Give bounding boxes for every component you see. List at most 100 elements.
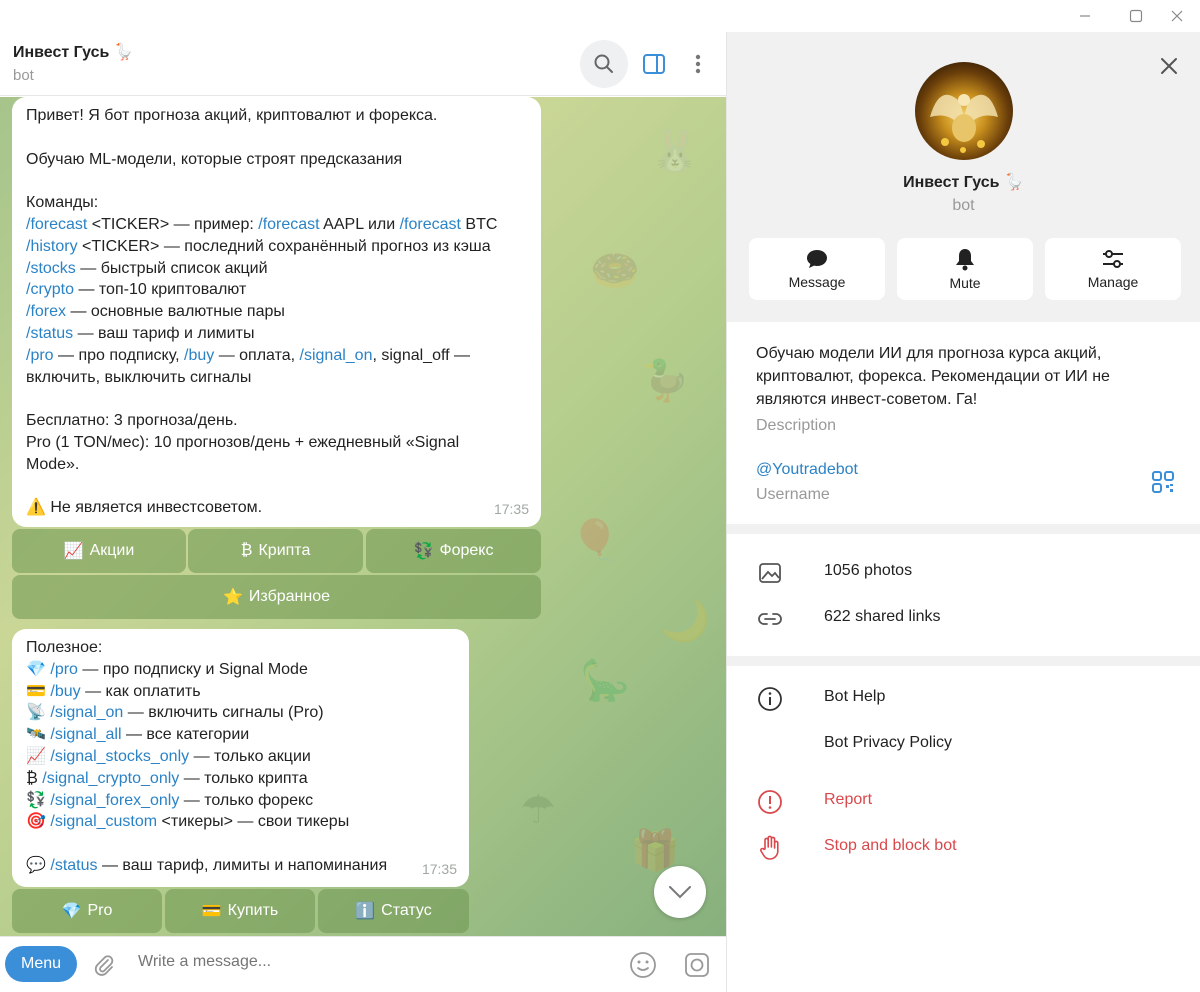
credit-card-icon: 💳 bbox=[26, 682, 46, 700]
doodle-icon: ☂ bbox=[520, 788, 556, 832]
shared-links-count: 622 shared links bbox=[824, 608, 941, 625]
info-icon bbox=[757, 686, 783, 712]
bot-username-link[interactable]: @Youtradebot bbox=[756, 458, 1156, 481]
keyboard-button-label: Форекс bbox=[439, 542, 494, 559]
manage-action-button[interactable]: Manage bbox=[1045, 238, 1181, 300]
gem-icon: 💎 bbox=[61, 903, 82, 920]
message-line: Бесплатно: 3 прогноза/день. bbox=[26, 412, 238, 430]
report-row[interactable]: Report bbox=[727, 779, 1200, 823]
command-link[interactable]: /history bbox=[26, 238, 78, 255]
message-text: — быстрый список акций bbox=[75, 259, 268, 277]
minimize-button[interactable] bbox=[1062, 0, 1108, 32]
window-titlebar bbox=[0, 0, 1200, 32]
message-line: включить, выключить сигналы bbox=[26, 368, 252, 386]
mute-action-button[interactable]: Mute bbox=[897, 238, 1033, 300]
bot-avatar[interactable] bbox=[915, 62, 1013, 160]
more-button[interactable] bbox=[674, 40, 722, 88]
command-link[interactable]: /forecast bbox=[26, 216, 87, 233]
message-text: — только форекс bbox=[179, 791, 314, 809]
more-vertical-icon bbox=[695, 54, 701, 74]
message-text: — только акции bbox=[189, 747, 311, 765]
bot-help-row[interactable]: Bot Help bbox=[727, 676, 1200, 720]
bot-help-label: Bot Help bbox=[824, 688, 886, 705]
command-link[interactable]: /signal_on bbox=[300, 347, 373, 364]
photos-row[interactable]: 1056 photos bbox=[727, 550, 1200, 594]
command-link[interactable]: /signal_all bbox=[50, 726, 121, 743]
command-link[interactable]: /signal_crypto_only bbox=[42, 770, 179, 787]
shared-links-row[interactable]: 622 shared links bbox=[727, 596, 1200, 640]
link-icon bbox=[757, 606, 783, 632]
keyboard-button-crypto[interactable]: ₿ Крипта bbox=[188, 529, 363, 573]
command-link[interactable]: /signal_forex_only bbox=[50, 792, 179, 809]
message-line: Pro (1 TON/мес): 10 прогнозов/день + еже… bbox=[26, 433, 460, 451]
qr-code-icon[interactable] bbox=[1151, 470, 1175, 494]
message-text: — топ-10 криптовалют bbox=[74, 281, 247, 299]
command-link[interactable]: /forecast bbox=[258, 216, 319, 233]
keyboard-button-label: Pro bbox=[87, 902, 113, 919]
message-text: — ваш тариф, лимиты и напоминания bbox=[97, 856, 388, 874]
bot-privacy-row[interactable]: Bot Privacy Policy bbox=[727, 722, 1200, 766]
command-link[interactable]: /forecast bbox=[400, 216, 461, 233]
command-link[interactable]: /crypto bbox=[26, 281, 74, 298]
profile-subtitle: bot bbox=[952, 197, 975, 214]
gem-icon: 💎 bbox=[26, 660, 46, 678]
close-icon bbox=[1171, 10, 1183, 22]
currency-exchange-icon: 💱 bbox=[26, 791, 46, 809]
message-text: — как оплатить bbox=[80, 682, 201, 700]
bitcoin-icon: ₿ bbox=[240, 542, 253, 559]
message-bubble-useful[interactable]: Полезное: 💎 /pro — про подписку и Signal… bbox=[12, 629, 469, 887]
attach-button[interactable] bbox=[86, 947, 122, 983]
keyboard-button-stocks[interactable]: 📈 Акции bbox=[12, 529, 186, 573]
message-bubble-welcome[interactable]: Привет! Я бот прогноза акций, криптовалю… bbox=[12, 97, 541, 527]
command-link[interactable]: /buy bbox=[50, 683, 80, 700]
command-link[interactable]: /signal_on bbox=[50, 704, 123, 721]
sliders-icon bbox=[1103, 250, 1123, 268]
chat-messages-area[interactable]: 🐰 🍩 🦆 🎈 🌙 🦕 ☂ 🎁 Привет! Я бот прогноза а… bbox=[0, 97, 726, 936]
action-label: Manage bbox=[1087, 274, 1139, 290]
command-link[interactable]: /buy bbox=[184, 347, 214, 364]
message-text: — включить сигналы (Pro) bbox=[123, 704, 324, 722]
command-link[interactable]: /stocks bbox=[26, 260, 76, 277]
report-icon bbox=[757, 789, 783, 815]
command-link[interactable]: /signal_stocks_only bbox=[50, 748, 189, 765]
chart-icon: 📈 bbox=[63, 543, 84, 560]
keyboard-button-pro[interactable]: 💎 Pro bbox=[12, 889, 162, 933]
message-text: — только крипта bbox=[179, 769, 308, 787]
minimize-icon bbox=[1080, 15, 1090, 17]
message-text: <TICKER> — последний сохранённый прогноз… bbox=[77, 237, 491, 255]
bot-menu-button[interactable]: Menu bbox=[5, 946, 77, 982]
command-link[interactable]: /pro bbox=[26, 347, 54, 364]
bot-description: Обучаю модели ИИ для прогноза курса акци… bbox=[756, 345, 1110, 408]
stop-block-row[interactable]: Stop and block bot bbox=[727, 825, 1200, 869]
message-input[interactable] bbox=[138, 953, 598, 971]
command-link[interactable]: /status bbox=[50, 857, 97, 874]
chat-title[interactable]: Инвест Гусь 🪿 bbox=[13, 42, 134, 62]
close-panel-button[interactable] bbox=[1151, 48, 1187, 84]
command-link[interactable]: /pro bbox=[50, 661, 78, 678]
maximize-icon bbox=[1129, 9, 1143, 23]
message-action-button[interactable]: Message bbox=[749, 238, 885, 300]
keyboard-button-buy[interactable]: 💳 Купить bbox=[165, 889, 315, 933]
message-text: <тикеры> — свои тикеры bbox=[157, 813, 350, 831]
message-line: Полезное: bbox=[26, 639, 103, 656]
camera-button[interactable] bbox=[679, 947, 715, 983]
scroll-down-button[interactable] bbox=[654, 866, 706, 918]
toggle-sidebar-button[interactable] bbox=[630, 40, 678, 88]
maximize-button[interactable] bbox=[1113, 0, 1159, 32]
keyboard-button-forex[interactable]: 💱 Форекс bbox=[366, 529, 541, 573]
search-button[interactable] bbox=[580, 40, 628, 88]
command-link[interactable]: /signal_custom bbox=[50, 813, 157, 830]
message-composer: Menu bbox=[0, 936, 726, 992]
keyboard-button-label: Статус bbox=[381, 902, 432, 919]
command-link[interactable]: /forex bbox=[26, 303, 66, 320]
credit-card-icon: 💳 bbox=[201, 903, 222, 920]
keyboard-button-status[interactable]: ℹ️ Статус bbox=[318, 889, 469, 933]
close-window-button[interactable] bbox=[1154, 0, 1200, 32]
message-text: — ваш тариф и лимиты bbox=[73, 324, 255, 342]
close-icon bbox=[1161, 58, 1177, 74]
command-link[interactable]: /status bbox=[26, 325, 73, 342]
emoji-button[interactable] bbox=[625, 947, 661, 983]
doodle-icon: 🍩 bbox=[590, 249, 640, 293]
star-icon: ⭐ bbox=[222, 589, 243, 606]
keyboard-button-favorites[interactable]: ⭐ Избранное bbox=[12, 575, 541, 619]
